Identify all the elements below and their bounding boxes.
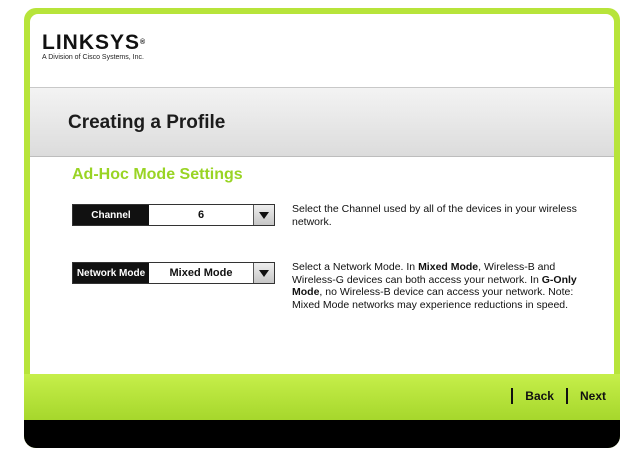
bottom-black-bar xyxy=(24,420,620,448)
chevron-down-icon xyxy=(259,269,269,277)
channel-select[interactable]: Channel 6 xyxy=(72,204,275,226)
section-heading: Ad-Hoc Mode Settings xyxy=(72,166,243,183)
logo-wordmark: LINKSYS® xyxy=(42,31,147,54)
network-mode-select[interactable]: Network Mode Mixed Mode xyxy=(72,262,275,284)
next-button[interactable]: Next xyxy=(580,389,606,403)
content-panel: LINKSYS® A Division of Cisco Systems, In… xyxy=(30,14,614,374)
network-mode-value[interactable]: Mixed Mode xyxy=(149,263,253,283)
wizard-nav: Back Next xyxy=(499,388,606,404)
back-button[interactable]: Back xyxy=(525,389,554,403)
nav-separator xyxy=(565,388,568,404)
nav-separator xyxy=(511,388,514,404)
logo-tagline: A Division of Cisco Systems, Inc. xyxy=(42,54,144,61)
channel-value[interactable]: 6 xyxy=(149,205,253,225)
page-title: Creating a Profile xyxy=(68,112,226,133)
linksys-logo: LINKSYS® A Division of Cisco Systems, In… xyxy=(42,31,147,62)
channel-description: Select the Channel used by all of the de… xyxy=(292,203,577,228)
footer-bar: Back Next xyxy=(24,374,620,420)
network-mode-description: Select a Network Mode. In Mixed Mode, Wi… xyxy=(292,261,577,311)
network-mode-label: Network Mode xyxy=(73,263,149,283)
channel-label: Channel xyxy=(73,205,149,225)
wizard-window: LINKSYS® A Division of Cisco Systems, In… xyxy=(24,8,620,448)
chevron-down-icon xyxy=(259,211,269,219)
title-band: Creating a Profile xyxy=(30,87,614,157)
network-mode-dropdown-button[interactable] xyxy=(253,263,274,283)
channel-dropdown-button[interactable] xyxy=(253,205,274,225)
